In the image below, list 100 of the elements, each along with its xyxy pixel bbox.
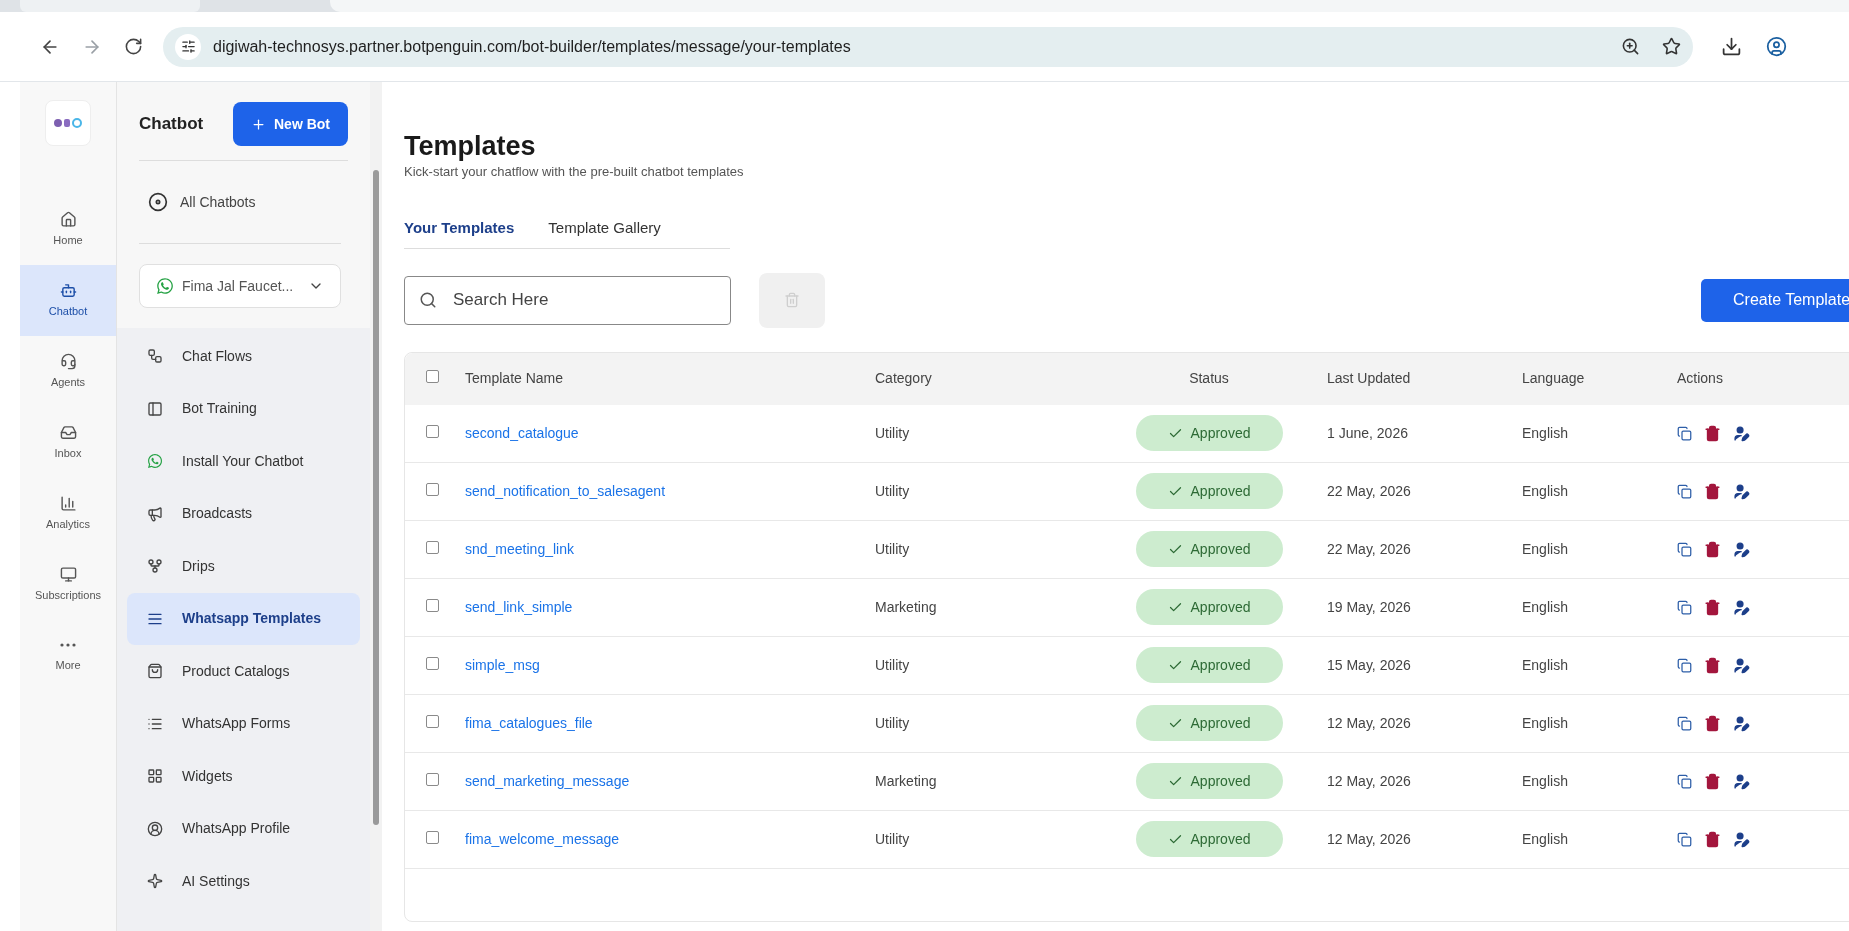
more-icon: [60, 643, 76, 648]
nav-item[interactable]: Inbox: [20, 407, 116, 478]
nav-item[interactable]: Chatbot: [20, 265, 116, 336]
trash-icon[interactable]: [1704, 830, 1721, 848]
new-bot-button[interactable]: New Bot: [233, 102, 348, 146]
checkbox[interactable]: [426, 830, 439, 844]
address-bar[interactable]: digiwah-technosys.partner.botpenguin.com/bot-builder/templates/message/your-templates: [163, 26, 1693, 67]
checkbox[interactable]: [426, 540, 439, 554]
date-cell-text: 12 May, 2026: [1327, 713, 1411, 733]
user-edit-icon[interactable]: [1733, 482, 1750, 500]
sidebar-item[interactable]: Drips: [127, 540, 360, 593]
date-cell-text: 19 May, 2026: [1327, 597, 1411, 617]
nav-item[interactable]: More: [20, 620, 116, 691]
logo-icon[interactable]: [45, 100, 91, 146]
template-name-link[interactable]: snd_meeting_link: [465, 538, 574, 560]
trash-icon[interactable]: [1704, 598, 1721, 616]
reload-icon[interactable]: [124, 37, 143, 56]
column-header: Category: [875, 369, 933, 388]
copy-icon[interactable]: [1677, 599, 1692, 615]
sidebar-item[interactable]: Install Your Chatbot: [127, 435, 360, 488]
sidebar-item[interactable]: Widgets: [127, 750, 360, 803]
copy-icon[interactable]: [1677, 541, 1692, 557]
template-name-link[interactable]: simple_msg: [465, 654, 540, 676]
sidebar-item[interactable]: AI Settings: [127, 855, 360, 908]
trash-icon[interactable]: [1704, 540, 1721, 558]
trash-icon[interactable]: [1704, 656, 1721, 674]
scrollbar-thumb[interactable]: [373, 170, 379, 825]
template-name-link[interactable]: send_marketing_message: [465, 770, 630, 792]
trash-icon[interactable]: [1704, 714, 1721, 732]
status-badge: Approved: [1135, 821, 1283, 857]
category-cell-text: Utility: [875, 423, 910, 443]
user-edit-icon[interactable]: [1733, 598, 1750, 616]
status-badge: Approved: [1135, 705, 1283, 741]
search-field[interactable]: Search Here: [404, 275, 731, 325]
copy-icon[interactable]: [1677, 715, 1692, 731]
trash-icon[interactable]: [1704, 424, 1721, 442]
profile-icon[interactable]: [1766, 36, 1787, 57]
language-cell-text: English: [1522, 655, 1568, 675]
nav-item[interactable]: Subscriptions: [20, 549, 116, 620]
template-name-link[interactable]: fima_welcome_message: [465, 828, 620, 850]
robot-icon: [59, 281, 77, 299]
copy-icon[interactable]: [1677, 773, 1692, 789]
user-edit-icon[interactable]: [1733, 830, 1750, 848]
whatsapp-icon: [156, 277, 174, 295]
category-cell-text: Utility: [875, 713, 910, 733]
column-header: Status: [1188, 369, 1230, 388]
sidebar-item[interactable]: Broadcasts: [127, 487, 360, 540]
checkbox[interactable]: [426, 370, 439, 383]
flow-icon: [147, 348, 163, 365]
checkbox[interactable]: [426, 772, 439, 786]
template-name-link[interactable]: send_link_simple: [465, 596, 573, 618]
create-template-button[interactable]: Create Template: [1701, 278, 1849, 322]
download-icon[interactable]: [1721, 36, 1742, 57]
user-edit-icon[interactable]: [1733, 540, 1750, 558]
template-name-link[interactable]: second_catalogue: [465, 422, 579, 444]
user-edit-icon[interactable]: [1733, 772, 1750, 790]
headset-icon: [59, 352, 77, 370]
url-text: digiwah-technosys.partner.botpenguin.com/bot-builder/templates/message/your-templates: [213, 36, 851, 57]
category-cell-text: Marketing: [875, 597, 937, 617]
checkbox[interactable]: [426, 714, 439, 728]
template-name-link[interactable]: send_notification_to_salesagent: [465, 480, 666, 502]
tab[interactable]: Your Templates: [404, 209, 549, 248]
copy-icon[interactable]: [1677, 483, 1692, 499]
bookmark-star-icon[interactable]: [1662, 37, 1681, 56]
sidebar-item[interactable]: Whatsapp Templates: [127, 592, 360, 645]
sidebar-item[interactable]: Product Catalogs: [127, 645, 360, 698]
tab[interactable]: Template Gallery: [548, 209, 695, 248]
copy-icon[interactable]: [1677, 657, 1692, 673]
site-settings-icon[interactable]: [180, 39, 196, 54]
sidebar-item[interactable]: WhatsApp Profile: [127, 802, 360, 855]
all-chatbots-link[interactable]: All Chatbots: [117, 161, 370, 243]
sparkle-icon: [147, 873, 163, 890]
bot-select[interactable]: Fima Jal Faucet...: [139, 264, 341, 308]
monitor-icon: [59, 565, 77, 583]
checkbox[interactable]: [426, 482, 439, 496]
user-edit-icon[interactable]: [1733, 714, 1750, 732]
user-edit-icon[interactable]: [1733, 656, 1750, 674]
template-name-link[interactable]: fima_catalogues_file: [465, 712, 593, 734]
disc-icon: [148, 192, 168, 212]
language-cell-text: English: [1522, 597, 1568, 617]
bag-icon: [147, 663, 163, 680]
user-edit-icon[interactable]: [1733, 424, 1750, 442]
fork-icon: [147, 558, 163, 575]
nav-item[interactable]: Agents: [20, 336, 116, 407]
date-cell-text: 12 May, 2026: [1327, 829, 1411, 849]
trash-icon[interactable]: [1704, 482, 1721, 500]
sidebar-item[interactable]: WhatsApp Forms: [127, 697, 360, 750]
checkbox[interactable]: [426, 598, 439, 612]
status-badge: Approved: [1135, 473, 1283, 509]
copy-icon[interactable]: [1677, 425, 1692, 441]
checkbox[interactable]: [426, 656, 439, 670]
zoom-icon[interactable]: [1621, 37, 1640, 56]
trash-icon[interactable]: [1704, 772, 1721, 790]
copy-icon[interactable]: [1677, 831, 1692, 847]
sidebar-item[interactable]: Bot Training: [127, 382, 360, 435]
nav-item[interactable]: Home: [20, 194, 116, 265]
sidebar-item[interactable]: Chat Flows: [127, 330, 360, 383]
checkbox[interactable]: [426, 424, 439, 438]
language-cell-text: English: [1522, 829, 1568, 849]
nav-item[interactable]: Analytics: [20, 478, 116, 549]
